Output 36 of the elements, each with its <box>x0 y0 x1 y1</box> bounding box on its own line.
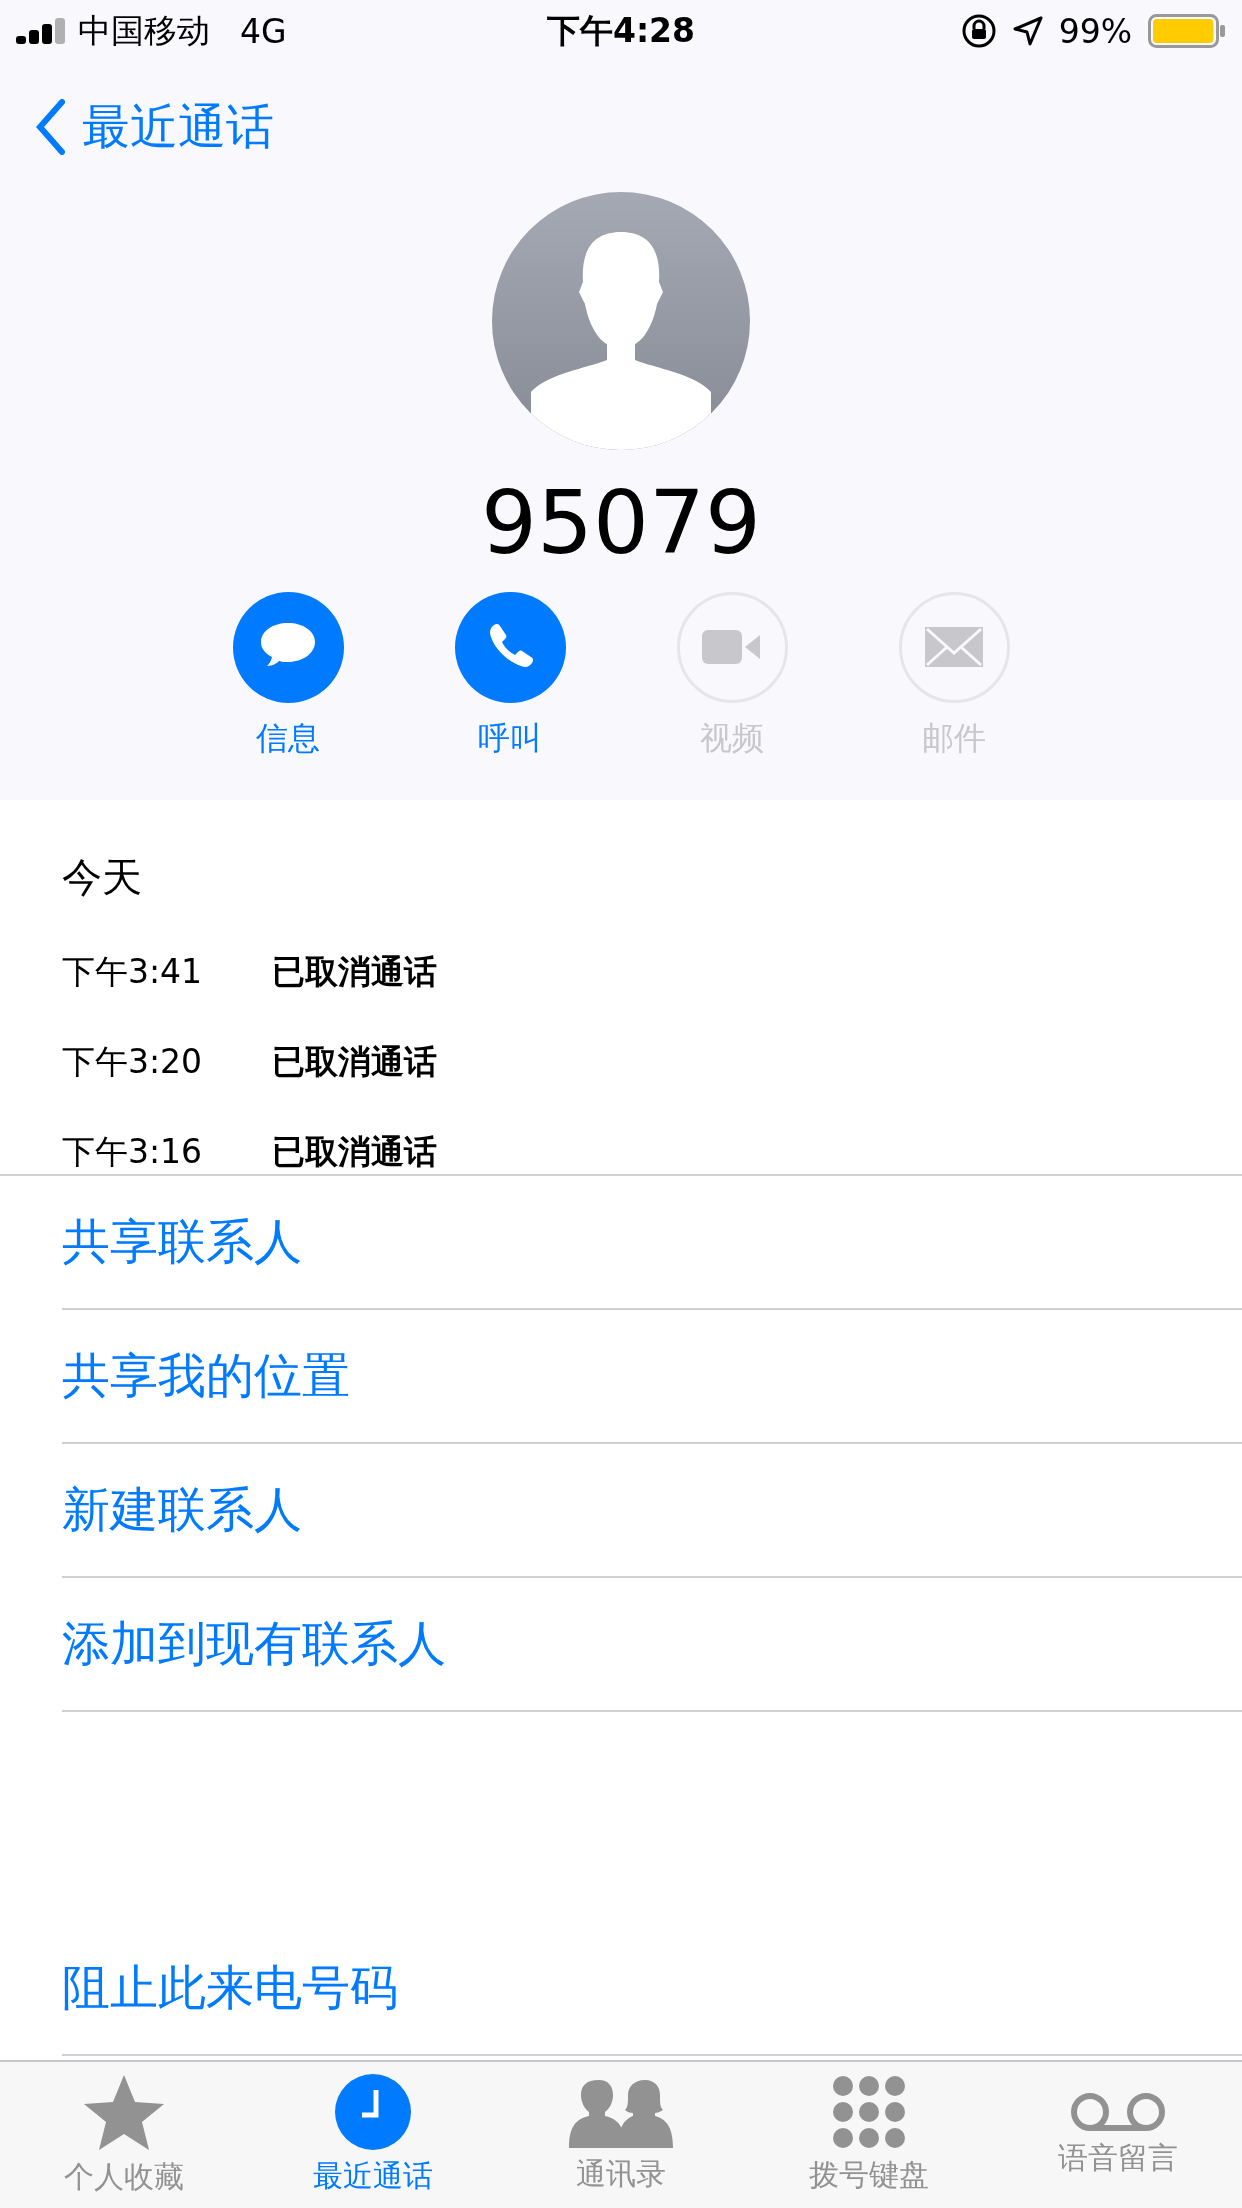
signal-icon <box>16 18 68 44</box>
recents-tab[interactable]: 最近通话 <box>248 2062 497 2208</box>
clock-icon <box>334 2073 411 2150</box>
phone-number: 95079 <box>480 470 762 576</box>
location-arrow-icon <box>1012 16 1043 46</box>
contact-option-link[interactable]: 新建联系人 <box>62 1444 1242 1578</box>
call-time: 下午3:16 <box>62 1130 204 1173</box>
back-button[interactable]: 最近通话 <box>36 95 274 159</box>
call-status: 已取消通话 <box>272 1130 437 1173</box>
battery-percent: 99% <box>1058 11 1132 51</box>
favorites-tab[interactable]: 个人收藏 <box>0 2062 249 2208</box>
call-time: 下午3:20 <box>62 1040 204 1083</box>
contact-option-link[interactable]: 共享我的位置 <box>62 1310 1242 1444</box>
video-camera-icon <box>702 628 762 667</box>
rotation-lock-icon <box>960 13 997 49</box>
call-time: 下午3:41 <box>62 950 204 993</box>
contacts-tab[interactable]: 通讯录 <box>496 2062 746 2208</box>
keypad-icon <box>832 2074 907 2149</box>
avatar-silhouette-icon <box>492 192 750 450</box>
action-label: 呼叫 <box>478 717 542 759</box>
network-type: 4G <box>240 11 287 51</box>
contact-option-link[interactable]: 共享联系人 <box>62 1176 1242 1310</box>
carrier-name: 中国移动 <box>78 9 210 52</box>
voicemail-tab[interactable]: 语音留言 <box>993 2062 1242 2208</box>
voicemail-icon <box>1069 2091 1166 2132</box>
action-label: 信息 <box>256 717 320 759</box>
keypad-tab[interactable]: 拨号键盘 <box>745 2062 994 2208</box>
contact-option-link[interactable]: 添加到现有联系人 <box>62 1578 1242 1712</box>
call-status: 已取消通话 <box>272 950 437 993</box>
call-status: 已取消通话 <box>272 1040 437 1083</box>
block-number-link[interactable]: 阻止此来电号码 <box>62 1922 1242 2056</box>
chevron-left-icon <box>36 99 66 155</box>
date-heading: 今天 <box>62 853 143 902</box>
battery-icon <box>1148 14 1226 48</box>
envelope-icon <box>925 627 983 668</box>
status-time: 下午4:28 <box>546 9 696 52</box>
